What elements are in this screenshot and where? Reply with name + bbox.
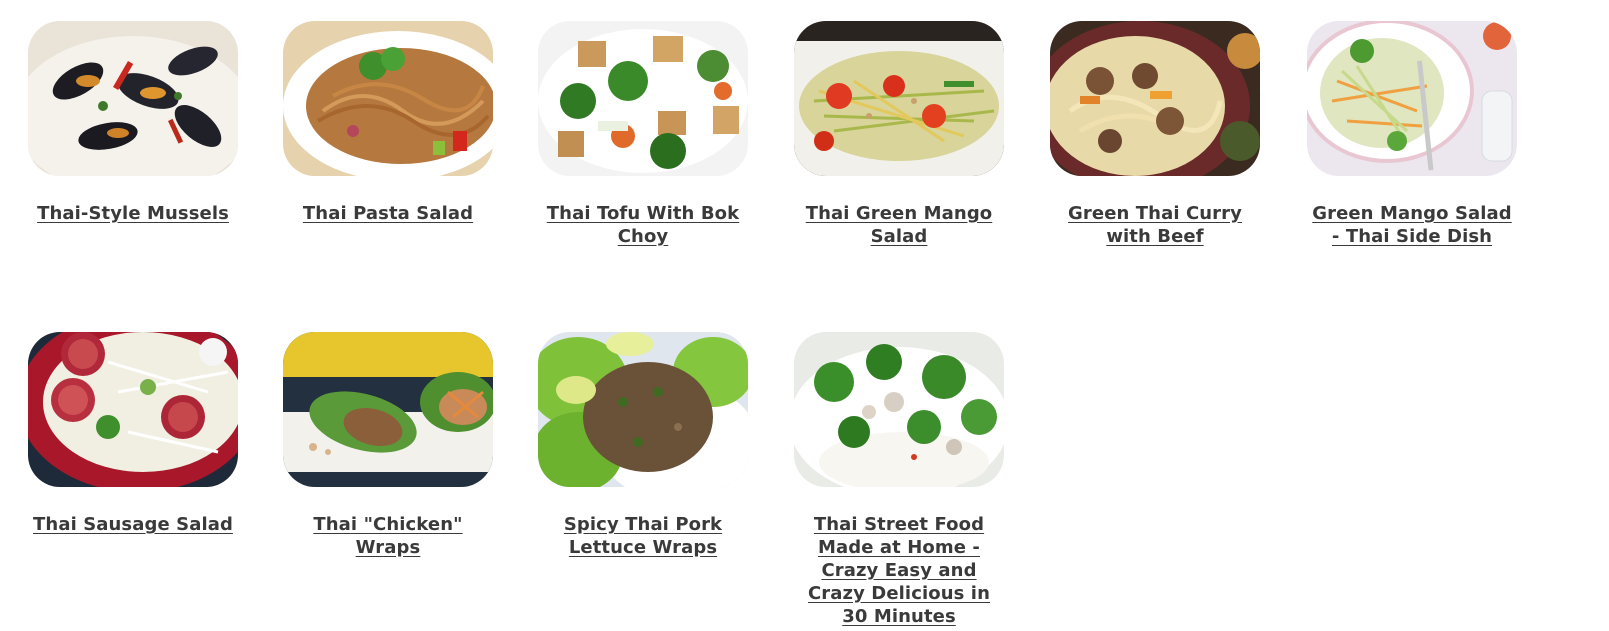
mango-side-dish-image — [1307, 21, 1517, 176]
curry-beef-image — [1050, 21, 1260, 176]
recipe-title-link[interactable]: Thai Sausage Salad — [28, 513, 238, 536]
tofu-bok-choy-image — [538, 21, 748, 176]
recipe-card: Thai Tofu With Bok Choy — [538, 21, 748, 248]
chicken-wraps-image — [283, 332, 493, 487]
recipe-image-sausage-salad[interactable] — [28, 332, 238, 487]
recipe-image-mussels[interactable] — [28, 21, 238, 176]
recipe-title-link[interactable]: Green Mango Salad - Thai Side Dish — [1307, 202, 1517, 248]
recipe-image-street-food[interactable] — [794, 332, 1004, 487]
mussels-image — [28, 21, 238, 176]
recipe-title-link[interactable]: Thai Pasta Salad — [283, 202, 493, 225]
recipe-title-link[interactable]: Thai Green Mango Salad — [794, 202, 1004, 248]
sausage-salad-image — [28, 332, 238, 487]
recipe-title-link[interactable]: Thai-Style Mussels — [28, 202, 238, 225]
recipe-title-link[interactable]: Green Thai Curry with Beef — [1050, 202, 1260, 248]
recipe-card: Thai Green Mango Salad — [794, 21, 1004, 248]
recipe-card: Green Mango Salad - Thai Side Dish — [1307, 21, 1517, 248]
recipe-title-link[interactable]: Spicy Thai Pork Lettuce Wraps — [538, 513, 748, 559]
recipe-image-mango-side-dish[interactable] — [1307, 21, 1517, 176]
recipe-card: Thai-Style Mussels — [28, 21, 238, 225]
recipe-image-green-mango-salad[interactable] — [794, 21, 1004, 176]
recipe-title-link[interactable]: Thai Street Food Made at Home - Crazy Ea… — [794, 513, 1004, 628]
green-mango-salad-image — [794, 21, 1004, 176]
recipe-card: Thai Street Food Made at Home - Crazy Ea… — [794, 332, 1004, 628]
recipe-card: Thai Pasta Salad — [283, 21, 493, 225]
recipe-title-link[interactable]: Thai "Chicken" Wraps — [283, 513, 493, 559]
recipe-image-chicken-wraps[interactable] — [283, 332, 493, 487]
recipe-image-pasta-salad[interactable] — [283, 21, 493, 176]
pasta-salad-image — [283, 21, 493, 176]
pork-lettuce-wraps-image — [538, 332, 748, 487]
street-food-image — [794, 332, 1004, 487]
recipe-card: Green Thai Curry with Beef — [1050, 21, 1260, 248]
recipe-title-link[interactable]: Thai Tofu With Bok Choy — [538, 202, 748, 248]
recipe-image-curry-beef[interactable] — [1050, 21, 1260, 176]
recipe-card: Thai "Chicken" Wraps — [283, 332, 493, 559]
recipe-card: Thai Sausage Salad — [28, 332, 238, 536]
recipe-image-tofu-bok-choy[interactable] — [538, 21, 748, 176]
recipe-image-pork-lettuce-wraps[interactable] — [538, 332, 748, 487]
recipe-card: Spicy Thai Pork Lettuce Wraps — [538, 332, 748, 559]
